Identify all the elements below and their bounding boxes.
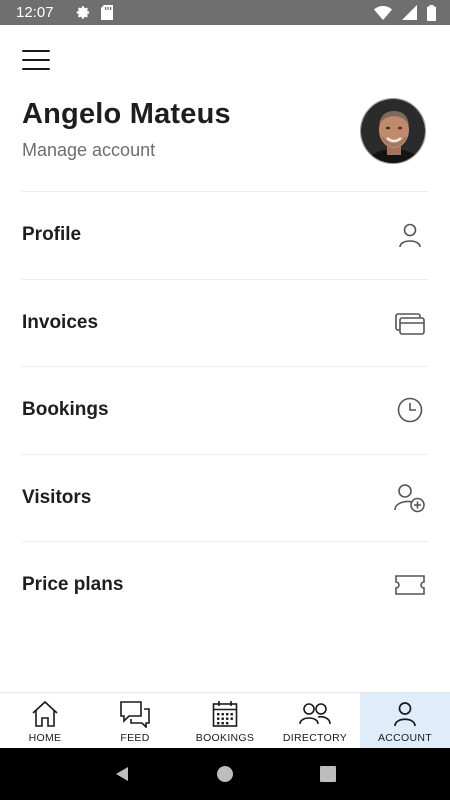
avatar-photo xyxy=(361,99,425,163)
menu-item-label: Invoices xyxy=(22,311,99,333)
system-nav-bar xyxy=(0,748,450,800)
nav-item-feed[interactable]: FEED xyxy=(90,693,180,748)
calendar-icon xyxy=(212,699,238,729)
menu-item-visitors[interactable]: Visitors xyxy=(22,453,428,542)
sd-card-icon xyxy=(100,5,113,20)
hamburger-line xyxy=(22,50,50,52)
profile-header: Angelo Mateus Manage account xyxy=(22,98,428,168)
menu-item-bookings[interactable]: Bookings xyxy=(22,366,428,454)
add-person-icon xyxy=(394,482,426,514)
recents-icon[interactable] xyxy=(308,754,348,794)
nav-label: ACCOUNT xyxy=(377,732,432,744)
people-icon xyxy=(299,699,331,729)
menu-item-profile[interactable]: Profile xyxy=(22,191,428,279)
nav-label: HOME xyxy=(28,732,62,744)
clock-icon xyxy=(394,394,426,426)
hamburger-line xyxy=(22,59,50,61)
home-icon xyxy=(31,699,59,729)
nav-label: FEED xyxy=(120,732,150,744)
menu-item-label: Bookings xyxy=(22,399,109,421)
menu-item-label: Price plans xyxy=(22,574,124,596)
menu-item-label: Profile xyxy=(22,224,82,246)
nav-label: DIRECTORY xyxy=(282,732,348,744)
nav-item-home[interactable]: HOME xyxy=(0,693,90,748)
account-menu-list: Profile Invoices Bookings Visitors Price… xyxy=(22,191,428,629)
status-right xyxy=(374,4,436,21)
nav-item-account[interactable]: ACCOUNT xyxy=(360,693,450,748)
status-bar: 12:07 xyxy=(0,0,450,25)
ticket-icon xyxy=(394,569,426,601)
chat-bubbles-icon xyxy=(120,699,150,729)
avatar[interactable] xyxy=(360,98,426,164)
gear-icon xyxy=(76,5,91,20)
hamburger-line xyxy=(22,68,50,70)
menu-item-label: Visitors xyxy=(22,486,92,508)
battery-icon xyxy=(427,4,436,21)
person-icon xyxy=(393,699,417,729)
nav-label: BOOKINGS xyxy=(195,732,255,744)
nav-item-directory[interactable]: DIRECTORY xyxy=(270,693,360,748)
cards-icon xyxy=(394,307,426,339)
menu-item-price-plans[interactable]: Price plans xyxy=(22,541,428,629)
status-time: 12:07 xyxy=(16,4,54,21)
bottom-nav: HOME FEED BOOKINGS DIRECTORY ACCOUNT xyxy=(0,692,450,748)
wifi-icon xyxy=(374,5,392,20)
signal-icon xyxy=(402,5,417,20)
nav-item-bookings[interactable]: BOOKINGS xyxy=(180,693,270,748)
status-left: 12:07 xyxy=(16,4,113,21)
home-circle-icon[interactable] xyxy=(205,754,245,794)
menu-item-invoices[interactable]: Invoices xyxy=(22,278,428,367)
back-icon[interactable] xyxy=(102,754,142,794)
hamburger-icon[interactable] xyxy=(22,48,50,72)
person-icon xyxy=(394,219,426,251)
